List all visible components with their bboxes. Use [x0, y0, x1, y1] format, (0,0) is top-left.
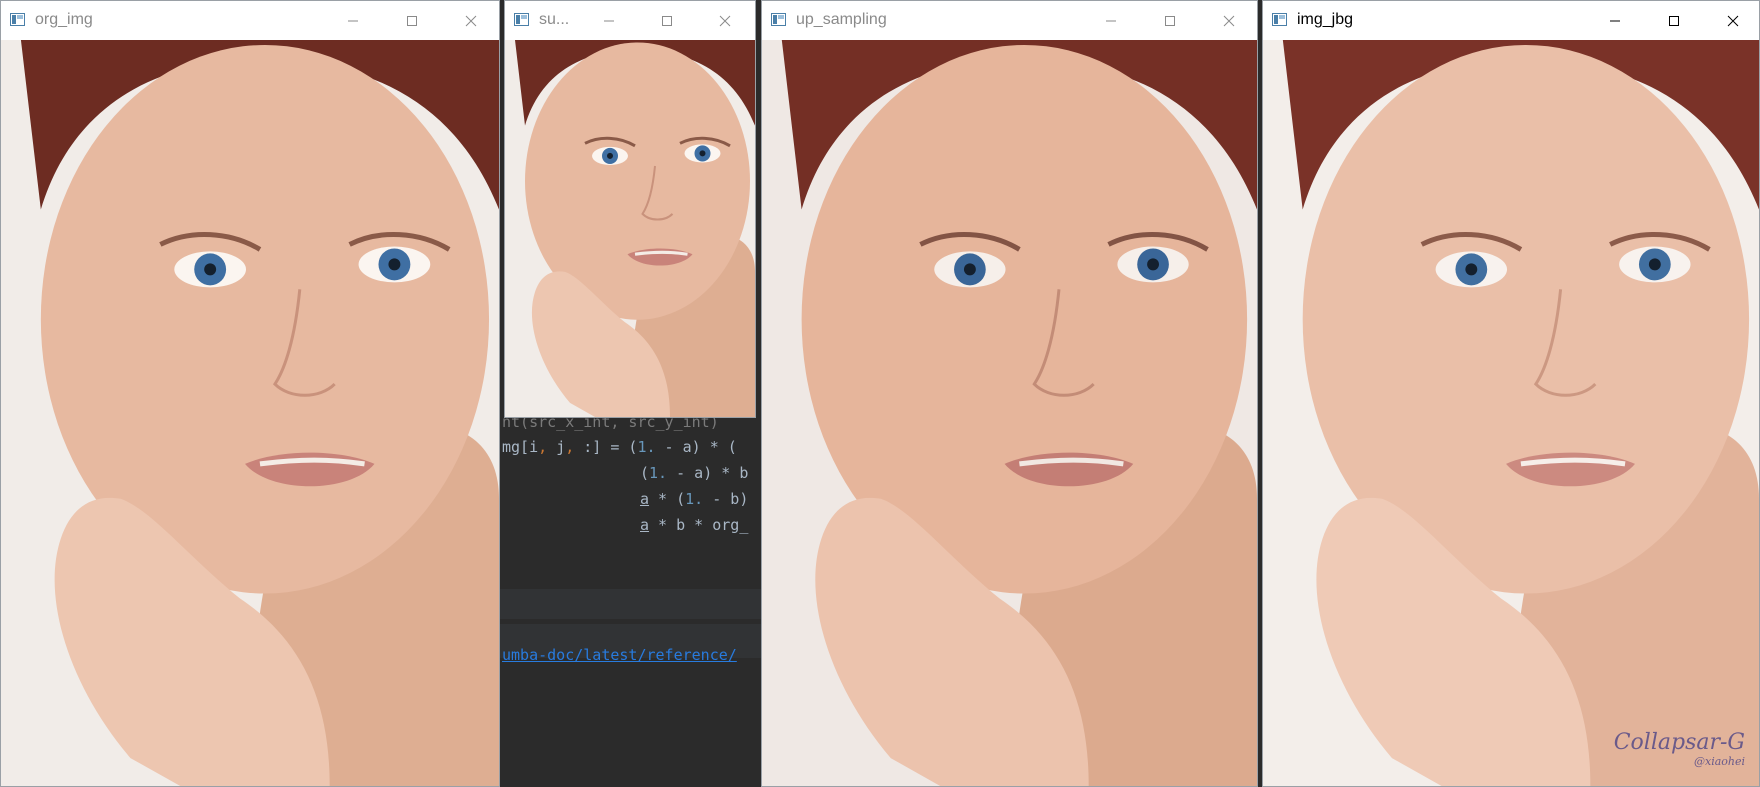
close-button[interactable] [1711, 5, 1755, 37]
close-button[interactable] [703, 5, 747, 37]
window-title: img_jbg [1297, 11, 1354, 28]
app-icon [10, 13, 25, 26]
close-button[interactable] [449, 5, 493, 37]
maximize-button[interactable] [645, 5, 689, 37]
code-token: 1. [637, 438, 656, 456]
minimize-button[interactable] [587, 5, 631, 37]
code-token: 1. [685, 490, 704, 508]
editor-panel-band [500, 589, 762, 619]
window-title: org_img [35, 11, 93, 28]
window-title: su... [539, 11, 570, 28]
portrait-image [505, 40, 755, 417]
code-token: * b * org_ [649, 516, 749, 534]
minimize-button[interactable] [1593, 5, 1637, 37]
code-token: j [556, 438, 566, 456]
code-line-4: a * (1. - b) [502, 490, 748, 508]
title-bar[interactable]: img_jbg [1263, 1, 1759, 40]
code-line-5: a * b * org_ [502, 516, 748, 534]
code-token: a [640, 516, 650, 534]
image-img-jbg: Collapsar-G @xiaohei [1263, 40, 1759, 786]
code-token: , [538, 438, 557, 456]
portrait-image [1, 40, 499, 786]
title-bar[interactable]: up_sampling [762, 1, 1257, 40]
close-icon [1223, 15, 1235, 27]
app-icon [514, 13, 529, 26]
minimize-icon [1610, 20, 1620, 22]
code-token: , [565, 438, 584, 456]
close-icon [719, 15, 731, 27]
window-img-jbg[interactable]: img_jbg Collapsar-G @xiaohei [1262, 0, 1760, 787]
code-line-3: (1. - a) * b [502, 464, 748, 482]
minimize-icon [1106, 20, 1116, 22]
maximize-icon [1165, 16, 1175, 26]
code-token: - a) * ( [655, 438, 737, 456]
maximize-icon [1669, 16, 1679, 26]
maximize-icon [662, 16, 672, 26]
code-token: a [640, 490, 650, 508]
maximize-button[interactable] [1652, 5, 1696, 37]
maximize-icon [407, 16, 417, 26]
code-token: - a) * b [667, 464, 749, 482]
close-button[interactable] [1207, 5, 1251, 37]
maximize-button[interactable] [1148, 5, 1192, 37]
watermark-text: Collapsar-G [1613, 730, 1745, 755]
app-icon [1272, 13, 1287, 26]
code-token: :] = ( [583, 438, 638, 456]
portrait-image [1263, 40, 1759, 786]
minimize-button[interactable] [331, 5, 375, 37]
code-line-2: mg[i, j, :] = (1. - a) * ( [502, 438, 737, 456]
close-icon [1727, 15, 1739, 27]
watermark: Collapsar-G @xiaohei [1614, 730, 1745, 768]
code-token: ( [640, 464, 650, 482]
code-link-line[interactable]: umba-doc/latest/reference/ [502, 646, 737, 664]
image-org-img [1, 40, 499, 786]
code-token: mg[i [502, 438, 539, 456]
code-token: * ( [649, 490, 686, 508]
window-org-img[interactable]: org_img [0, 0, 500, 787]
portrait-image [762, 40, 1257, 786]
window-title: up_sampling [796, 11, 887, 28]
close-icon [465, 15, 477, 27]
minimize-icon [348, 20, 358, 22]
minimize-button[interactable] [1089, 5, 1133, 37]
image-up-sampling [762, 40, 1257, 786]
image-sub [505, 40, 755, 417]
watermark-subtext: @xiaohei [1693, 755, 1745, 768]
app-icon [771, 13, 786, 26]
window-sub[interactable]: su... [504, 0, 756, 418]
minimize-icon [604, 20, 614, 22]
title-bar[interactable]: org_img [1, 1, 499, 40]
title-bar[interactable]: su... [505, 1, 755, 40]
window-up-sampling[interactable]: up_sampling [761, 0, 1258, 787]
maximize-button[interactable] [390, 5, 434, 37]
code-token: 1. [649, 464, 668, 482]
doc-link[interactable]: umba-doc/latest/reference/ [502, 646, 737, 664]
code-token: - b) [703, 490, 749, 508]
